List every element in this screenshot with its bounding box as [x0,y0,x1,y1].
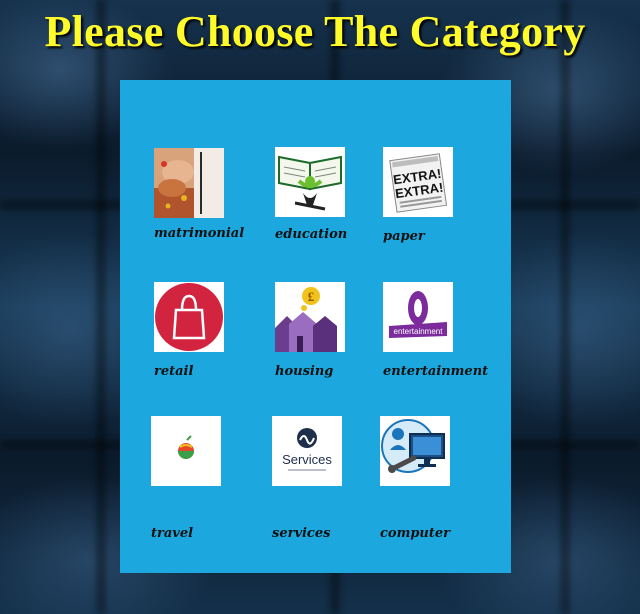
category-label: services [272,526,331,541]
category-label: travel [151,526,194,541]
globe-icon [151,416,221,486]
shopping-bag-icon [154,282,224,352]
category-panel: matrimonial education EXTRA! EXTRA! pape… [120,80,511,573]
category-label: matrimonial [154,226,245,241]
houses-icon: £ [275,282,345,352]
category-label: housing [275,364,334,379]
matrimonial-hands-icon [154,148,224,218]
category-label: retail [154,364,194,379]
category-label: education [275,227,348,242]
services-logo-text: Services [282,452,332,467]
page-title: Please Choose The Category [44,7,586,56]
pound-symbol: £ [308,289,315,304]
category-label: entertainment [383,364,489,379]
entertainment-logo-icon: entertainment [383,282,453,352]
entertainment-logo-text: entertainment [394,327,444,336]
services-logo-icon: Services [272,416,342,486]
open-book-icon [275,147,345,217]
category-label: computer [380,526,451,541]
background-fold [560,0,570,614]
computer-repair-icon [380,416,450,486]
category-label: paper [383,229,425,244]
newspaper-icon: EXTRA! EXTRA! [383,147,453,217]
background-fold [96,0,106,614]
